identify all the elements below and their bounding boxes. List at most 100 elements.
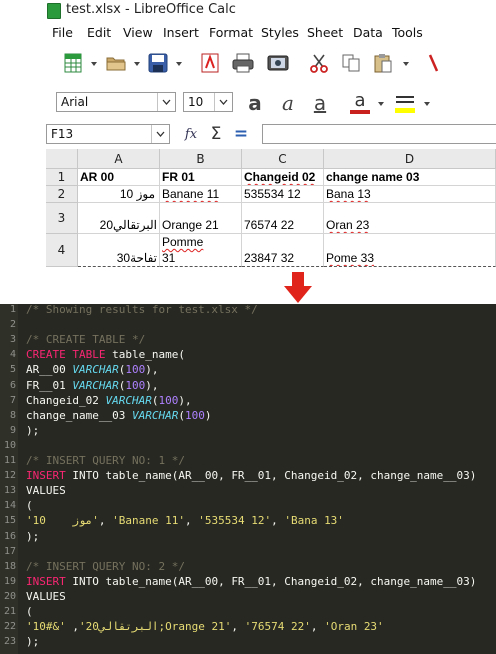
underline-icon[interactable]: a xyxy=(308,91,332,115)
code-token: 100 xyxy=(158,393,179,407)
line-number: 22 xyxy=(3,621,16,633)
select-all-corner[interactable] xyxy=(46,149,78,169)
code-token: , xyxy=(310,620,325,634)
line-number: 1 xyxy=(9,304,16,315)
code-line: ( xyxy=(26,605,33,618)
cell-b3[interactable]: Orange 21 xyxy=(160,203,242,234)
cell-c4[interactable]: 23847 32 xyxy=(242,234,324,267)
chevron-down-icon[interactable] xyxy=(157,93,175,111)
chevron-down-icon[interactable] xyxy=(403,62,409,66)
cell-b2[interactable]: Banane 11 xyxy=(160,186,242,203)
menu-styles[interactable]: Styles xyxy=(261,25,299,40)
chevron-down-icon[interactable] xyxy=(214,93,232,111)
line-number: 14 xyxy=(3,500,16,512)
new-spreadsheet-icon[interactable] xyxy=(62,52,84,74)
menu-edit[interactable]: Edit xyxy=(87,25,111,40)
cell-a1[interactable]: AR 00 xyxy=(78,169,160,186)
chevron-down-icon[interactable] xyxy=(151,125,169,143)
clone-formatting-icon[interactable] xyxy=(423,52,443,74)
cell-a3[interactable]: البرتقالي20 xyxy=(78,203,160,234)
font-size-combo[interactable]: 10 xyxy=(183,92,233,112)
paste-icon[interactable] xyxy=(371,52,395,74)
formula-input[interactable] xyxy=(262,124,496,144)
line-number: 18 xyxy=(3,560,16,572)
chevron-down-icon[interactable] xyxy=(378,102,384,106)
menu-sheet[interactable]: Sheet xyxy=(307,25,343,40)
code-line: change_name__03 VARCHAR(100) xyxy=(26,409,211,422)
code-line: /* INSERT QUERY NO: 1 */ xyxy=(26,454,185,467)
cut-icon[interactable] xyxy=(307,52,331,74)
highlight-color-icon[interactable] xyxy=(392,90,418,116)
code-token: '535534 12' xyxy=(198,514,272,528)
line-number: 3 xyxy=(9,334,16,346)
line-number: 7 xyxy=(9,394,16,406)
row-header-3[interactable]: 3 xyxy=(46,203,78,234)
copy-icon[interactable] xyxy=(339,52,363,74)
export-pdf-icon[interactable] xyxy=(199,52,221,74)
column-header-c[interactable]: C xyxy=(242,149,324,169)
cell-c2[interactable]: 535534 12 xyxy=(242,186,324,203)
code-token: INTO table_name(AR__00, FR__01, Changeid… xyxy=(65,574,477,588)
window-title: test.xlsx - LibreOffice Calc xyxy=(66,2,236,17)
save-icon[interactable] xyxy=(147,52,169,74)
sum-icon[interactable]: Σ xyxy=(205,124,227,144)
cell-d1[interactable]: change name 03 xyxy=(324,169,496,186)
print-icon[interactable] xyxy=(231,52,255,74)
code-token: ); xyxy=(26,423,40,437)
cell-a2[interactable]: موز 10 xyxy=(78,186,160,203)
chevron-down-icon[interactable] xyxy=(91,62,97,66)
row-header-4[interactable]: 4 xyxy=(46,234,78,267)
code-token: ), xyxy=(178,393,192,407)
menu-view[interactable]: View xyxy=(123,25,153,40)
chevron-down-icon[interactable] xyxy=(424,102,430,106)
line-number: 16 xyxy=(3,530,16,542)
menu-file[interactable]: File xyxy=(52,25,73,40)
line-number: 10 xyxy=(3,439,16,451)
menu-tools[interactable]: Tools xyxy=(392,25,423,40)
chevron-down-icon[interactable] xyxy=(134,62,140,66)
column-header-b[interactable]: B xyxy=(160,149,242,169)
row-header-2[interactable]: 2 xyxy=(46,186,78,203)
code-line: ); xyxy=(26,635,39,648)
code-line: '10#&' ,'البرتقالي20;Orange 21', '76574 … xyxy=(26,620,384,633)
bold-icon[interactable]: a xyxy=(243,91,267,115)
cell-d2[interactable]: Bana 13 xyxy=(324,186,496,203)
menu-format[interactable]: Format xyxy=(209,25,253,40)
cell-d3[interactable]: Oran 23 xyxy=(324,203,496,234)
standard-toolbar xyxy=(0,48,496,78)
line-number: 5 xyxy=(9,364,16,376)
code-token: VALUES xyxy=(26,484,66,498)
line-number: 15 xyxy=(3,515,16,527)
name-box[interactable]: F13 xyxy=(46,124,170,144)
column-header-a[interactable]: A xyxy=(78,149,160,169)
chevron-down-icon[interactable] xyxy=(176,62,182,66)
function-wizard-icon[interactable]: fx xyxy=(180,124,202,144)
formula-icon[interactable]: = xyxy=(230,124,252,144)
open-folder-icon[interactable] xyxy=(105,52,127,74)
print-preview-icon[interactable] xyxy=(266,52,290,74)
menu-insert[interactable]: Insert xyxy=(163,25,199,40)
calc-window: test.xlsx - LibreOffice Calc File Edit V… xyxy=(0,0,496,270)
font-color-icon[interactable]: a xyxy=(347,90,373,116)
code-token: , xyxy=(184,514,199,528)
column-header-d[interactable]: D xyxy=(324,149,496,169)
menu-data[interactable]: Data xyxy=(353,25,383,40)
code-token: ), xyxy=(145,363,159,377)
italic-icon[interactable]: a xyxy=(276,91,300,115)
code-token: /* INSERT QUERY NO: 1 */ xyxy=(26,454,185,467)
code-token: change_name__03 xyxy=(26,408,132,422)
code-token: ), xyxy=(145,378,159,392)
cell-c3[interactable]: 76574 22 xyxy=(242,203,324,234)
code-token: 'Banane 11' xyxy=(112,514,185,528)
cell-d4[interactable]: Pome 33 xyxy=(324,234,496,267)
font-name-combo[interactable]: Arial xyxy=(56,92,176,112)
row-header-1[interactable]: 1 xyxy=(46,169,78,186)
cell-b1[interactable]: FR 01 xyxy=(160,169,242,186)
cell-b4[interactable]: Pomme 31 xyxy=(160,234,242,267)
code-line: Changeid_02 VARCHAR(100), xyxy=(26,394,192,407)
cell-c1[interactable]: Changeid 02 xyxy=(242,169,324,186)
code-line: ); xyxy=(26,424,39,437)
cell-a4[interactable]: تفاحة30 xyxy=(78,234,160,267)
line-number: 8 xyxy=(9,409,16,421)
font-size-value: 10 xyxy=(188,95,204,109)
